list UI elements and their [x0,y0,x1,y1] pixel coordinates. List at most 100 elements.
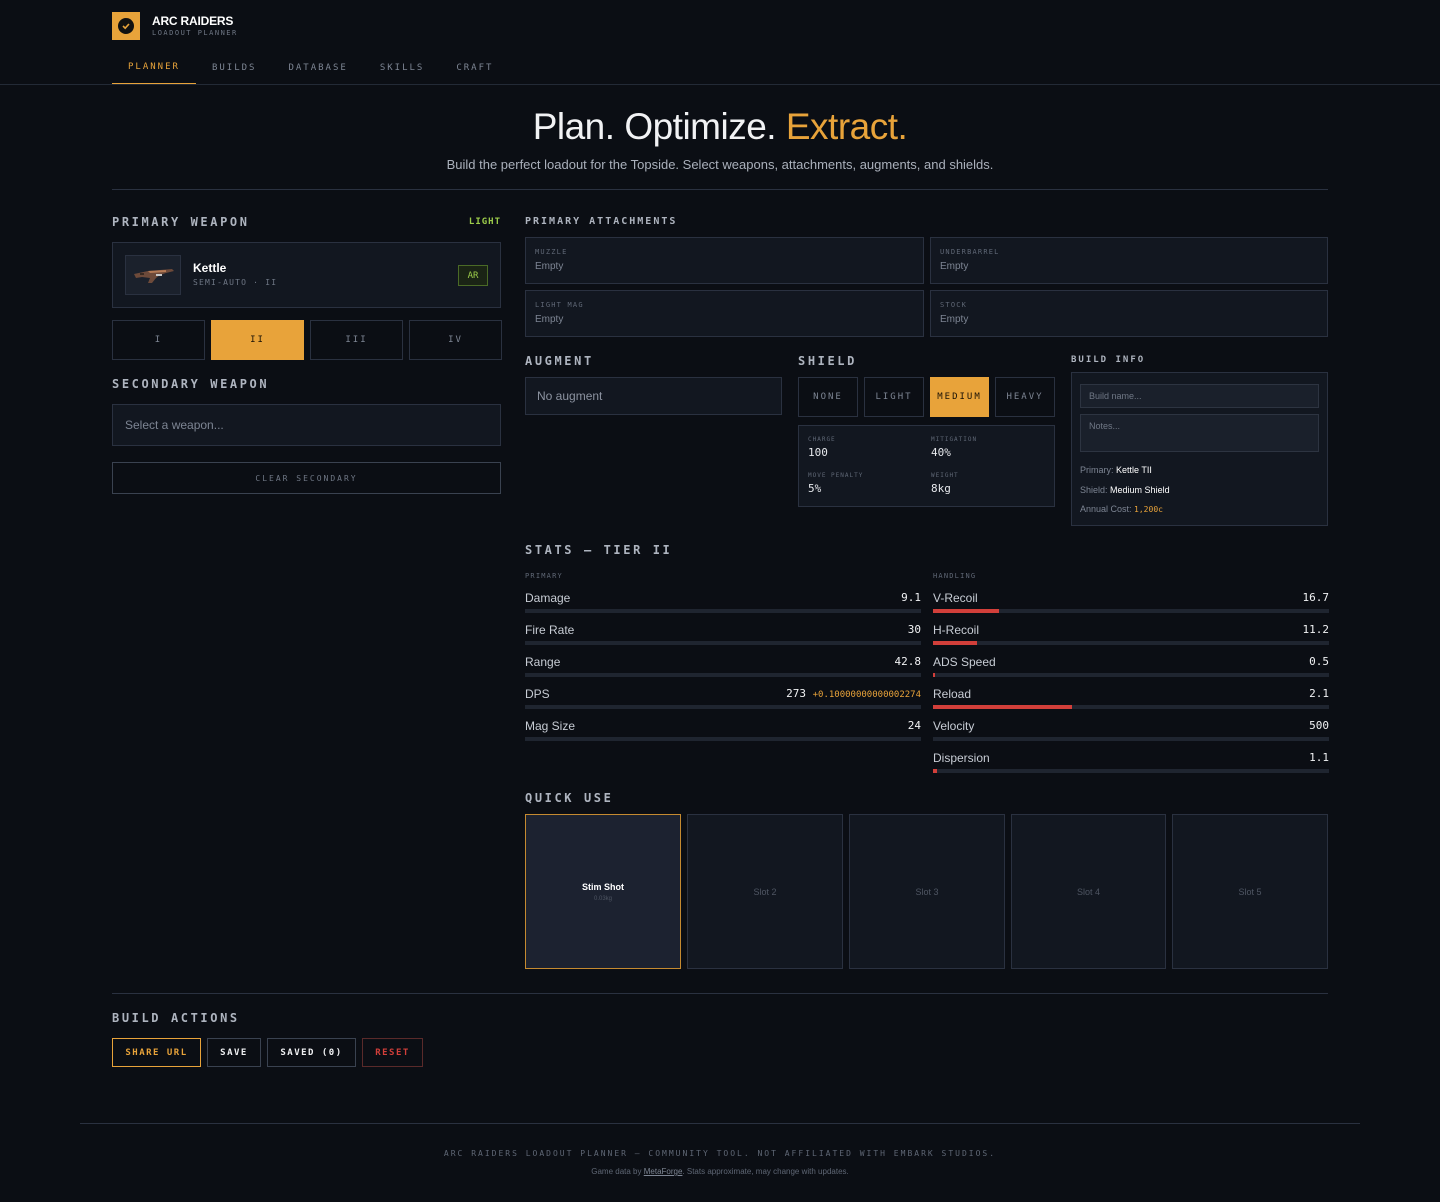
footer-divider [80,1123,1360,1124]
stat-bar [525,641,921,645]
line-label: Shield: [1080,485,1108,495]
attachment-slot-value: Empty [940,314,969,325]
build-notes-input[interactable]: Notes... [1080,414,1319,452]
logo-icon [112,12,140,40]
stat-bar-fill [933,641,978,645]
attachment-stock[interactable]: STOCK Empty [930,290,1328,337]
quick-use-slot-3[interactable]: Slot 3 [849,814,1005,969]
stat-value: 42.8 [895,655,922,668]
stat-row: Range 42.8 [525,655,921,677]
tab-database[interactable]: DATABASE [272,50,363,85]
attachment-underbarrel[interactable]: UNDERBARREL Empty [930,237,1328,284]
stat-value: 273 +0.10000000000002274 [786,687,921,700]
quick-use-slot-1[interactable]: Stim Shot 0.03kg [525,814,681,969]
hero-divider [112,189,1328,190]
stats-primary-label: PRIMARY [525,572,563,580]
tier-button-4[interactable]: IV [409,320,502,360]
stat-row: Mag Size 24 [525,719,921,741]
stat-value: 9.1 [901,591,921,604]
stat-value-main: 30 [907,623,921,636]
actions-divider [112,993,1328,994]
stat-bar [933,673,1329,677]
clear-secondary-button[interactable]: CLEAR SECONDARY [112,462,501,494]
stat-row: ADS Speed 0.5 [933,655,1329,677]
attachment-slot-label: LIGHT MAG [535,301,584,309]
shield-option-heavy[interactable]: HEAVY [995,377,1055,417]
stat-label: CHARGE [808,436,836,443]
secondary-weapon-select[interactable]: Select a weapon... [112,404,501,446]
augment-label: AUGMENT [525,354,594,368]
stat-value-main: 1.1 [1309,751,1329,764]
stat-bar-fill [933,769,938,773]
attachments-label: PRIMARY ATTACHMENTS [525,216,678,227]
saved-builds-button[interactable]: SAVED (0) [267,1038,356,1067]
shield-selector: NONE LIGHT MEDIUM HEAVY [798,377,1055,417]
stat-bar-fill [933,705,1072,709]
shield-option-none[interactable]: NONE [798,377,858,417]
shield-option-medium[interactable]: MEDIUM [930,377,989,417]
stat-row: Velocity 500 [933,719,1329,741]
stat-value: 500 [1309,719,1329,732]
tier-button-1[interactable]: I [112,320,205,360]
app-title: ARC RAIDERS [152,14,234,28]
share-url-button[interactable]: SHARE URL [112,1038,201,1067]
primary-weapon-card[interactable]: Kettle SEMI-AUTO · II AR [112,242,501,308]
stat-bar [933,705,1329,709]
stat-bar [933,737,1329,741]
metaforge-link[interactable]: MetaForge [644,1167,683,1176]
footer-credits: Game data by MetaForge. Stats approximat… [0,1167,1440,1176]
tab-skills[interactable]: SKILLS [364,50,441,85]
augment-select[interactable]: No augment [525,377,782,415]
shield-mitigation: MITIGATION 40% [931,436,977,459]
weight-class-label: LIGHT [468,217,501,227]
tab-craft[interactable]: CRAFT [440,50,509,85]
line-label: Primary: [1080,465,1114,475]
stat-name: H-Recoil [933,623,980,637]
attachment-muzzle[interactable]: MUZZLE Empty [525,237,924,284]
stat-label: MITIGATION [931,436,978,443]
stat-row: V-Recoil 16.7 [933,591,1329,613]
shield-label: SHIELD [798,354,857,368]
shield-weight: WEIGHT 8kg [931,472,959,495]
quick-use-slot-2[interactable]: Slot 2 [687,814,843,969]
stat-bar [933,609,1329,613]
stat-bar [525,737,921,741]
build-primary-line: Primary: Kettle TII [1080,465,1152,475]
stat-row: Damage 9.1 [525,591,921,613]
attachment-light-mag[interactable]: LIGHT MAG Empty [525,290,924,337]
hero-title-accent: Extract. [785,106,908,147]
nav-divider [0,84,1440,85]
tier-button-2[interactable]: II [211,320,304,360]
attachment-slot-label: UNDERBARREL [940,248,1000,256]
stat-value-main: 273 [786,687,806,700]
stat-value: 24 [908,719,921,732]
line-label: Annual Cost: [1080,504,1132,514]
stat-row: DPS 273 +0.10000000000002274 [525,687,921,709]
tab-planner[interactable]: PLANNER [112,50,196,85]
build-info-panel: Build name... Notes... Primary: Kettle T… [1071,372,1328,526]
app-subtitle: LOADOUT PLANNER [152,29,238,37]
stat-name: Damage [525,591,571,605]
quick-use-slot-5[interactable]: Slot 5 [1172,814,1328,969]
save-button[interactable]: SAVE [207,1038,261,1067]
stat-name: Velocity [933,719,975,733]
tab-builds[interactable]: BUILDS [196,50,273,85]
stat-name: Dispersion [933,751,990,765]
shield-move-penalty: MOVE PENALTY 5% [808,472,863,495]
attachment-slot-value: Empty [535,314,564,325]
quick-use-slot-4[interactable]: Slot 4 [1011,814,1166,969]
stat-value-main: 0.5 [1309,655,1329,668]
brand[interactable]: ARC RAIDERS LOADOUT PLANNER [112,12,238,40]
weapon-name: Kettle [193,261,227,275]
tier-button-3[interactable]: III [310,320,403,360]
stat-bar [525,609,921,613]
weapon-meta: SEMI-AUTO · II [193,278,278,287]
shield-option-light[interactable]: LIGHT [864,377,924,417]
stat-bonus: +0.10000000000002274 [812,690,921,700]
shield-stats-panel: CHARGE 100 MITIGATION 40% MOVE PENALTY 5… [798,425,1055,507]
attachment-slot-label: STOCK [940,301,968,309]
build-name-input[interactable]: Build name... [1080,384,1319,408]
stat-value: 0.5 [1309,655,1329,668]
stat-value: 11.2 [1303,623,1330,636]
reset-button[interactable]: RESET [362,1038,423,1067]
